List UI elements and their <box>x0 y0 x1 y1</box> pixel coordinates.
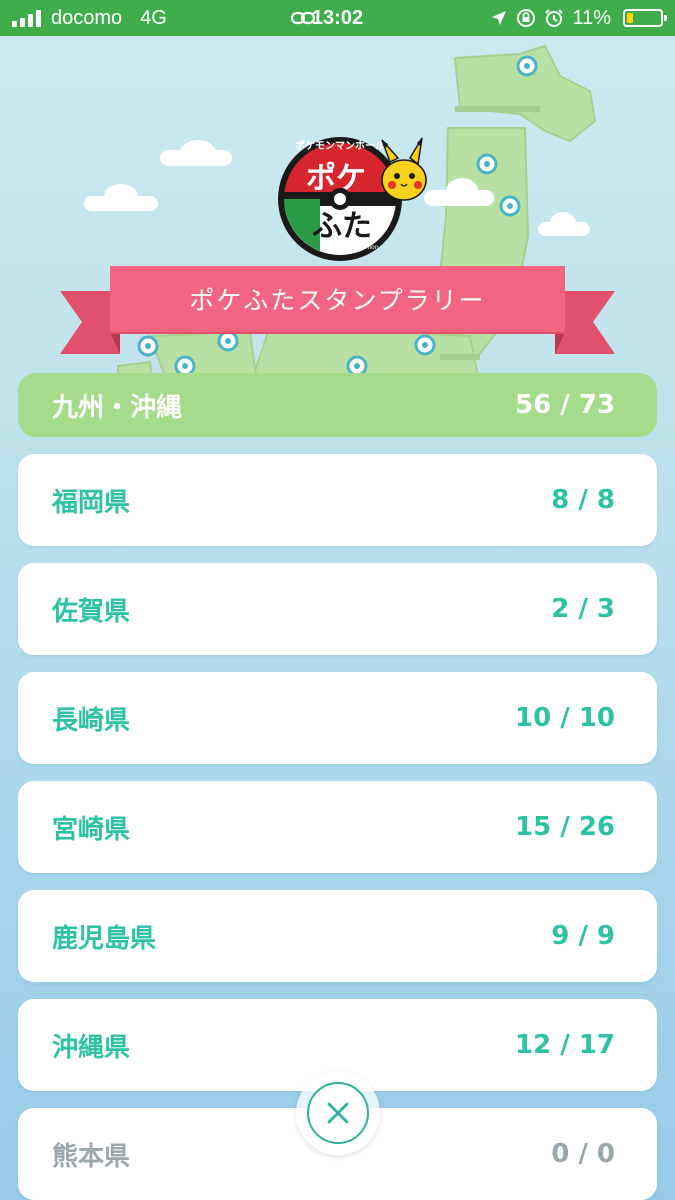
signal-icon <box>12 9 41 27</box>
battery-icon <box>623 9 667 27</box>
location-arrow-icon <box>492 11 507 25</box>
logo-small-text: ©Pokémon <box>345 244 379 251</box>
prefecture-item-saga[interactable]: 佐賀県 2 / 3 <box>18 563 657 655</box>
cloud <box>180 140 216 166</box>
pikachu-icon <box>381 137 427 201</box>
prefecture-name: 長崎県 <box>52 705 131 736</box>
logo-main-text-2: ふた <box>312 209 372 244</box>
poke-futa-logo: ポケモンマンホール ポケ ふた ©Pokémon <box>278 137 427 261</box>
prefecture-name: 鹿児島県 <box>52 923 157 954</box>
prefecture-count: 12 / 17 <box>515 1030 615 1060</box>
prefecture-name: 福岡県 <box>52 487 131 518</box>
prefecture-item-nagasaki[interactable]: 長崎県 10 / 10 <box>18 672 657 764</box>
status-bar: docomo 4G 13:02 11% <box>0 0 675 36</box>
logo-main-text-1: ポケ <box>306 161 366 196</box>
region-header: 九州・沖縄 56 / 73 <box>18 373 657 437</box>
prefecture-count: 9 / 9 <box>551 921 615 951</box>
close-button-inner[interactable] <box>307 1082 369 1144</box>
prefecture-count: 10 / 10 <box>515 703 615 733</box>
prefecture-name: 宮崎県 <box>52 814 131 845</box>
prefecture-item-fukuoka[interactable]: 福岡県 8 / 8 <box>18 454 657 546</box>
prefecture-item-kagoshima[interactable]: 鹿児島県 9 / 9 <box>18 890 657 982</box>
region-name: 九州・沖縄 <box>52 392 183 423</box>
prefecture-count: 8 / 8 <box>551 485 615 515</box>
cloud <box>550 212 576 234</box>
title-ribbon: ポケふたスタンプラリー <box>60 266 615 356</box>
rotation-lock-icon <box>517 9 536 27</box>
prefecture-count: 2 / 3 <box>551 594 615 624</box>
prefecture-name: 佐賀県 <box>52 596 131 627</box>
alarm-icon <box>545 9 564 27</box>
battery-percent: 11% <box>572 6 611 29</box>
close-icon <box>327 1102 349 1124</box>
prefecture-name: 沖縄県 <box>52 1032 131 1063</box>
prefecture-name: 熊本県 <box>52 1141 131 1172</box>
region-count: 56 / 73 <box>515 390 615 420</box>
cloud <box>104 184 138 210</box>
link-icon <box>290 11 316 25</box>
close-button[interactable] <box>296 1071 380 1155</box>
prefecture-count: 15 / 26 <box>515 812 615 842</box>
banner-title: ポケふたスタンプラリー <box>110 266 565 332</box>
carrier-label: docomo <box>51 6 123 29</box>
cloud <box>446 178 478 204</box>
logo-top-text: ポケモンマンホール <box>295 139 385 152</box>
prefecture-item-miyazaki[interactable]: 宮崎県 15 / 26 <box>18 781 657 873</box>
prefecture-count: 0 / 0 <box>551 1139 615 1169</box>
network-label: 4G <box>140 6 167 29</box>
